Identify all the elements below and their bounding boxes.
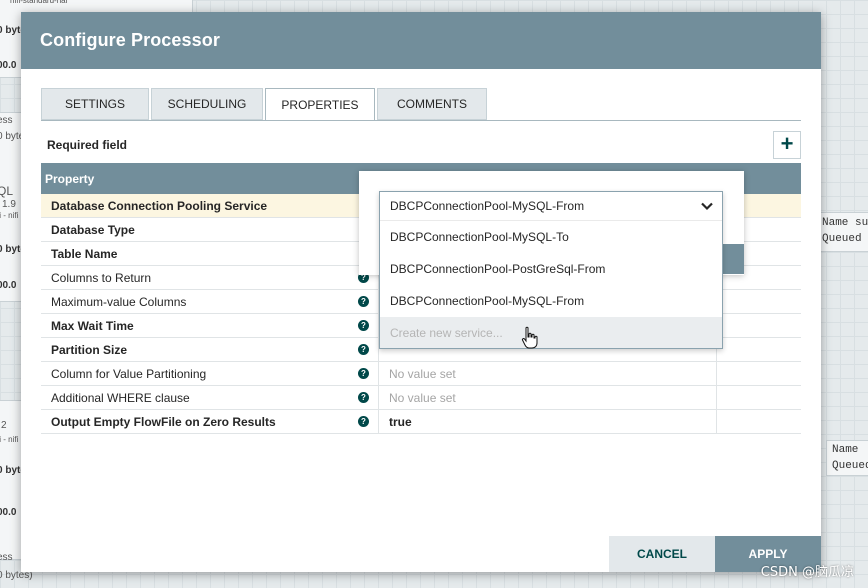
tab-bar: SETTINGS SCHEDULING PROPERTIES COMMENTS — [41, 88, 489, 121]
table-row[interactable]: Additional WHERE clause? No value set — [41, 386, 801, 410]
property-name-label: Maximum-value Columns — [51, 294, 187, 309]
property-actions-cell — [717, 410, 801, 433]
chevron-down-icon — [701, 202, 713, 211]
property-name-label: Database Connection Pooling Service — [51, 198, 268, 213]
background-text: 00.0 — [0, 60, 17, 71]
property-column-header: Property — [45, 171, 95, 186]
cancel-button[interactable]: CANCEL — [609, 536, 715, 572]
property-name-label: Output Empty FlowFile on Zero Results — [51, 414, 276, 429]
property-name: Columns to Return? — [41, 266, 379, 289]
required-field-label: Required field — [47, 138, 128, 152]
property-name: Partition Size? — [41, 338, 379, 361]
help-icon[interactable]: ? — [358, 320, 369, 331]
property-name: Maximum-value Columns? — [41, 290, 379, 313]
background-text: Name — [832, 444, 859, 456]
help-icon[interactable]: ? — [358, 416, 369, 427]
background-text: ess — [0, 552, 13, 563]
help-icon[interactable]: ? — [358, 368, 369, 379]
property-value[interactable]: No value set — [379, 362, 717, 385]
help-icon[interactable]: ? — [358, 392, 369, 403]
help-icon[interactable]: ? — [358, 296, 369, 307]
add-property-button[interactable]: + — [773, 131, 801, 159]
tab-scheduling[interactable]: SCHEDULING — [151, 88, 263, 120]
property-actions-cell — [717, 290, 801, 313]
background-text: Queued — [832, 460, 868, 472]
property-name-label: Partition Size — [51, 342, 128, 357]
background-text: 2 — [1, 420, 7, 431]
hand-cursor-icon — [521, 326, 538, 349]
property-name: Column for Value Partitioning? — [41, 362, 379, 385]
service-dropdown[interactable]: DBCPConnectionPool-MySQL-From DBCPConnec… — [379, 191, 723, 349]
property-value[interactable]: No value set — [379, 386, 717, 409]
property-actions-cell — [717, 386, 801, 409]
table-row[interactable]: Output Empty FlowFile on Zero Results? tr… — [41, 410, 801, 434]
property-name-label: Database Type — [51, 222, 135, 237]
property-name: Additional WHERE clause? — [41, 386, 379, 409]
configure-processor-dialog: Configure Processor SETTINGS SCHEDULING … — [21, 12, 821, 572]
property-name: Database Connection Pooling Service — [41, 194, 379, 217]
property-name-label: Table Name — [51, 246, 118, 261]
property-name-label: Max Wait Time — [51, 318, 134, 333]
background-text: nifi-standard-nar — [10, 0, 69, 5]
background-text: ess — [0, 115, 13, 126]
background-text: 00.0 — [0, 507, 17, 518]
plus-icon: + — [780, 131, 794, 156]
property-actions-cell — [717, 362, 801, 385]
watermark: CSDN @脑瓜凉 — [760, 565, 854, 580]
background-text: QL — [0, 184, 14, 198]
help-icon[interactable]: ? — [358, 344, 369, 355]
property-name-label: Columns to Return — [51, 270, 152, 285]
dropdown-option[interactable]: DBCPConnectionPool-MySQL-To — [380, 221, 722, 253]
property-name-label: Additional WHERE clause — [51, 390, 190, 405]
tab-comments[interactable]: COMMENTS — [377, 88, 487, 120]
property-name: Table Name — [41, 242, 379, 265]
dropdown-option[interactable]: DBCPConnectionPool-PostGreSql-From — [380, 253, 722, 285]
dialog-title: Configure Processor — [40, 30, 220, 50]
tab-properties[interactable]: PROPERTIES — [265, 88, 375, 121]
property-actions-cell — [717, 338, 801, 361]
background-text: fi - nifi — [0, 211, 19, 220]
dialog-header: Configure Processor — [21, 12, 821, 69]
property-actions-cell — [717, 314, 801, 337]
background-text: Name su — [822, 217, 868, 229]
table-row[interactable]: Column for Value Partitioning? No value s… — [41, 362, 801, 386]
property-name: Output Empty FlowFile on Zero Results? — [41, 410, 379, 433]
background-text: fi - nifi — [0, 435, 19, 444]
background-text: 1.9 — [2, 199, 16, 210]
property-name: Max Wait Time? — [41, 314, 379, 337]
property-value[interactable]: true — [379, 410, 717, 433]
tabs-divider — [41, 120, 801, 121]
property-name: Database Type — [41, 218, 379, 241]
dropdown-option[interactable]: DBCPConnectionPool-MySQL-From — [380, 285, 722, 317]
background-text: 00.0 — [0, 280, 17, 291]
dropdown-selected-value[interactable]: DBCPConnectionPool-MySQL-From — [380, 192, 722, 221]
create-new-service-option[interactable]: Create new service... — [380, 317, 722, 348]
dropdown-selected-label: DBCPConnectionPool-MySQL-From — [390, 199, 585, 213]
tab-settings[interactable]: SETTINGS — [41, 88, 149, 120]
background-text: Queued 0 — [822, 233, 868, 245]
property-name-label: Column for Value Partitioning — [51, 366, 207, 381]
